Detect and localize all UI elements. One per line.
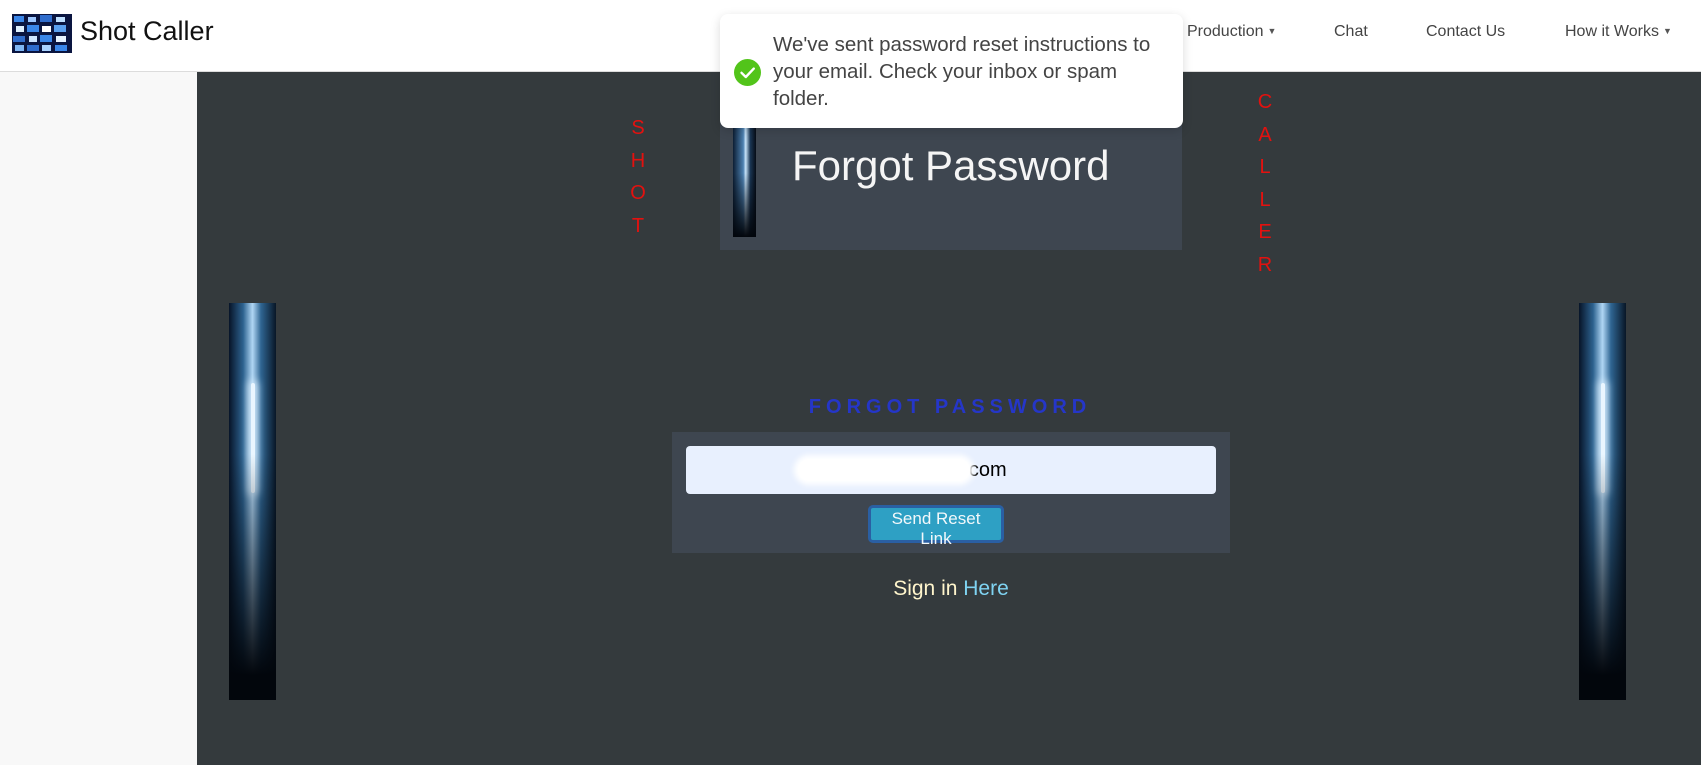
header-light-image bbox=[733, 120, 756, 237]
email-redaction bbox=[798, 459, 970, 481]
nav-production[interactable]: Production ▼ bbox=[1187, 23, 1276, 41]
vertical-letter: E bbox=[1258, 221, 1272, 244]
toast-message: We've sent password reset instructions t… bbox=[773, 33, 1151, 110]
nav-how-it-works[interactable]: How it Works ▼ bbox=[1565, 23, 1672, 41]
check-circle-icon bbox=[734, 59, 761, 86]
vertical-letter: H bbox=[630, 149, 646, 172]
left-light-strip bbox=[229, 303, 276, 700]
reset-form: Send Reset Link bbox=[672, 432, 1230, 553]
send-reset-link-button[interactable]: Send Reset Link bbox=[868, 505, 1004, 548]
nav-production-label: Production bbox=[1187, 23, 1264, 40]
signin-here-link[interactable]: Here bbox=[963, 577, 1009, 600]
right-light-strip bbox=[1579, 303, 1626, 700]
vertical-letter: R bbox=[1257, 253, 1273, 276]
vertical-letter: S bbox=[631, 117, 645, 139]
vertical-letter: A bbox=[1258, 123, 1272, 146]
left-gutter bbox=[0, 72, 197, 765]
page-title: Forgot Password bbox=[792, 142, 1110, 189]
brand-name[interactable]: Shot Caller bbox=[80, 16, 214, 47]
vertical-letter: T bbox=[631, 214, 645, 237]
nav-contact-us-label: Contact Us bbox=[1426, 23, 1506, 40]
vertical-letter: L bbox=[1259, 156, 1271, 179]
chevron-down-icon: ▼ bbox=[1662, 26, 1672, 36]
nav-chat[interactable]: Chat bbox=[1334, 23, 1368, 41]
brand-logo[interactable] bbox=[12, 14, 72, 53]
vertical-letter: L bbox=[1259, 188, 1271, 211]
nav-how-it-works-label: How it Works bbox=[1565, 23, 1659, 40]
success-toast: We've sent password reset instructions t… bbox=[720, 14, 1183, 128]
vertical-word-shot: S H O T bbox=[626, 112, 650, 242]
vertical-word-caller: C A L L E R bbox=[1253, 86, 1277, 282]
nav-chat-label: Chat bbox=[1334, 23, 1368, 40]
nav-contact-us[interactable]: Contact Us bbox=[1426, 23, 1505, 41]
signin-prefix: Sign in bbox=[893, 577, 958, 600]
form-heading: FORGOT PASSWORD bbox=[808, 396, 1092, 418]
signin-row: Sign in Here bbox=[672, 577, 1230, 601]
chevron-down-icon: ▼ bbox=[1267, 26, 1277, 36]
vertical-letter: C bbox=[1257, 91, 1273, 113]
vertical-letter: O bbox=[630, 182, 646, 205]
